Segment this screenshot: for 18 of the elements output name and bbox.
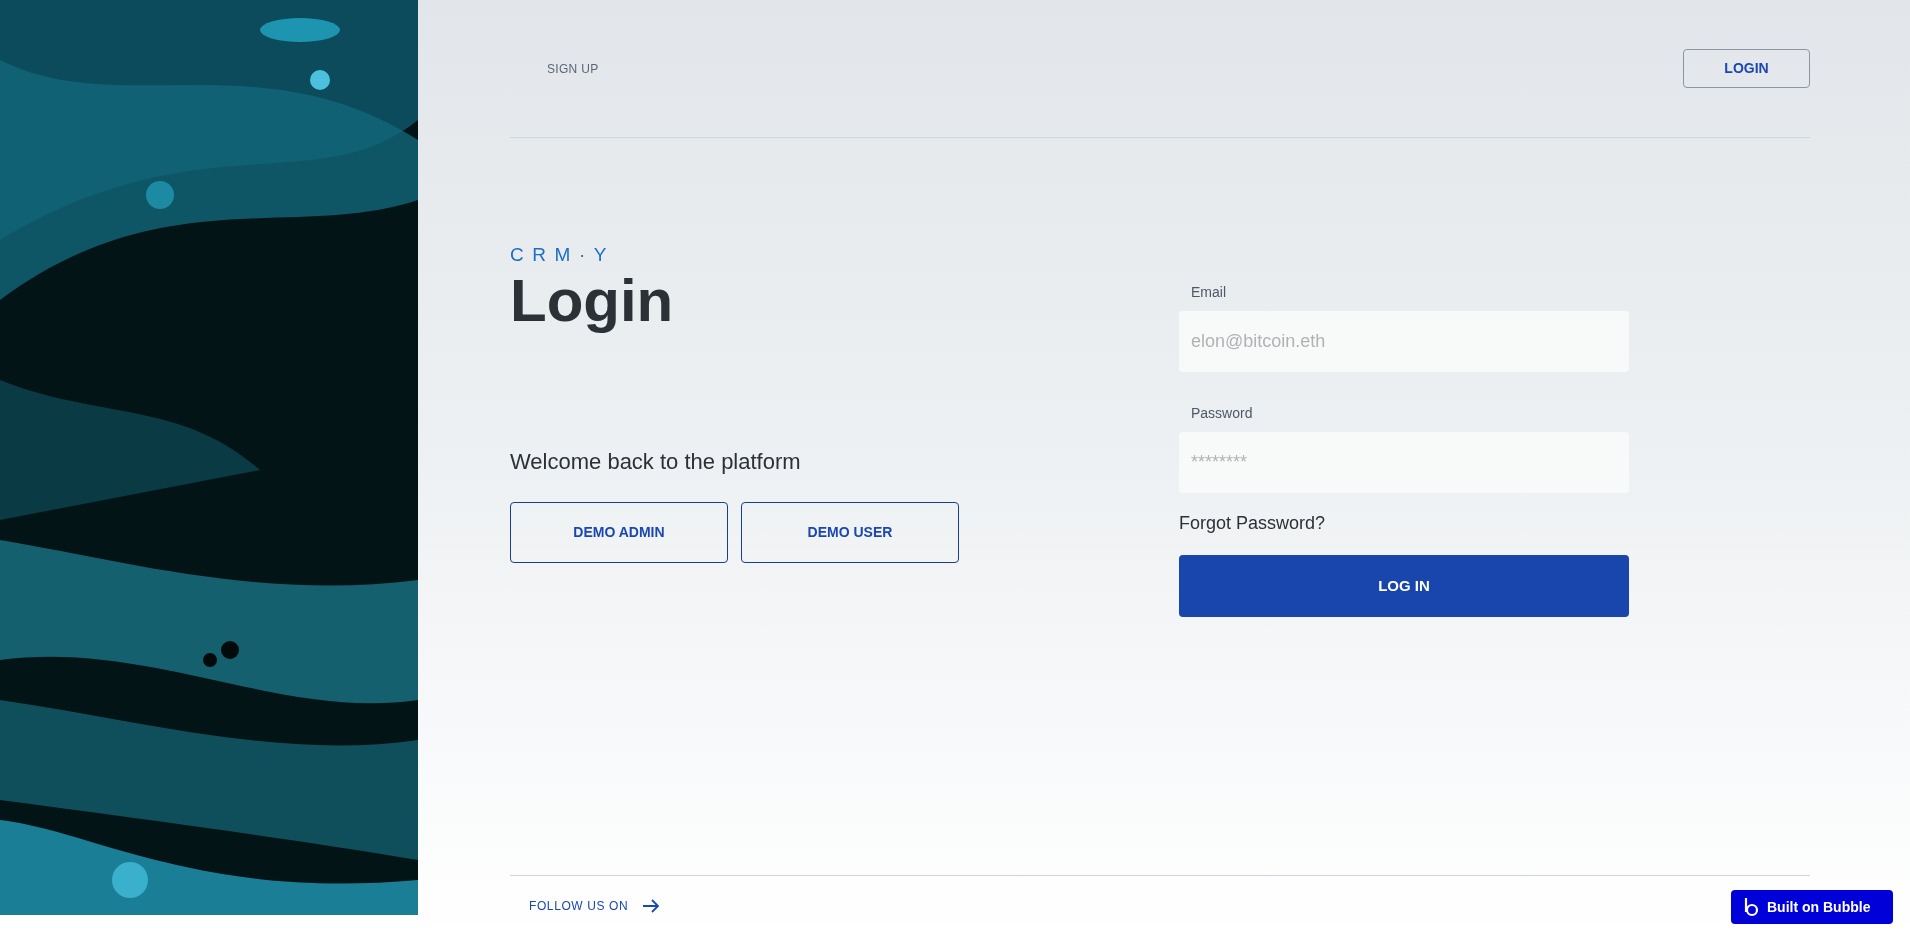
logo: CRM·Y	[510, 245, 617, 264]
forgot-password-link[interactable]: Forgot Password?	[1179, 510, 1629, 537]
follow-us-text: FOLLOW US ON	[529, 898, 629, 915]
arrow-right-icon	[642, 898, 661, 914]
input-field[interactable]: ********	[1179, 432, 1629, 493]
field-label: Password	[1191, 404, 1254, 423]
badge-text: Built on Bubble	[1767, 897, 1871, 917]
bubble-logo-icon	[1743, 897, 1759, 917]
login-button[interactable]: LOGIN	[1683, 49, 1810, 88]
demo-button[interactable]: DEMO USER	[741, 502, 959, 563]
input-field[interactable]: elon@bitcoin.eth	[1179, 311, 1629, 372]
log-in-button[interactable]: LOG IN	[1179, 555, 1629, 617]
demo-button[interactable]: DEMO ADMIN	[510, 502, 728, 563]
built-on-bubble-badge[interactable]: Built on Bubble	[1731, 890, 1893, 924]
welcome-text: Welcome back to the platform	[510, 448, 802, 476]
sign-up-link[interactable]: SIGN UP	[547, 59, 599, 78]
page-title: Login	[510, 271, 675, 331]
field-label: Email	[1191, 283, 1227, 302]
